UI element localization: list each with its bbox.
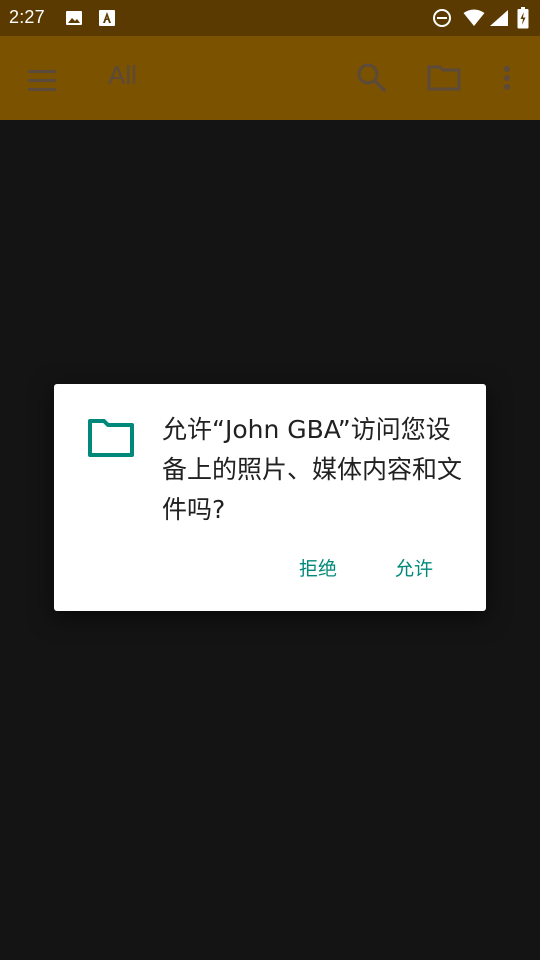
screen: 2:27 All 允许“John GBA”访问您设备上的照片、媒体内容和文件吗?… (0, 0, 540, 960)
permission-dialog: 允许“John GBA”访问您设备上的照片、媒体内容和文件吗? 拒绝 允许 (54, 384, 486, 611)
battery-icon (517, 7, 529, 29)
status-time: 2:27 (9, 7, 45, 27)
folder-icon[interactable] (422, 58, 466, 98)
allow-button[interactable]: 允许 (395, 554, 433, 581)
more-vert-icon[interactable] (494, 58, 520, 98)
menu-icon[interactable] (22, 60, 62, 100)
do-not-disturb-icon (433, 9, 451, 27)
signal-icon (490, 10, 508, 26)
deny-button[interactable]: 拒绝 (299, 554, 337, 581)
dialog-message: 允许“John GBA”访问您设备上的照片、媒体内容和文件吗? (162, 415, 463, 524)
page-title: All (108, 60, 137, 90)
status-bar: 2:27 (0, 0, 540, 36)
wifi-icon (463, 9, 485, 26)
folder-icon (88, 419, 134, 457)
text-icon (99, 10, 115, 26)
search-icon[interactable] (352, 58, 392, 98)
image-icon (66, 11, 82, 25)
app-bar: All (0, 36, 540, 120)
